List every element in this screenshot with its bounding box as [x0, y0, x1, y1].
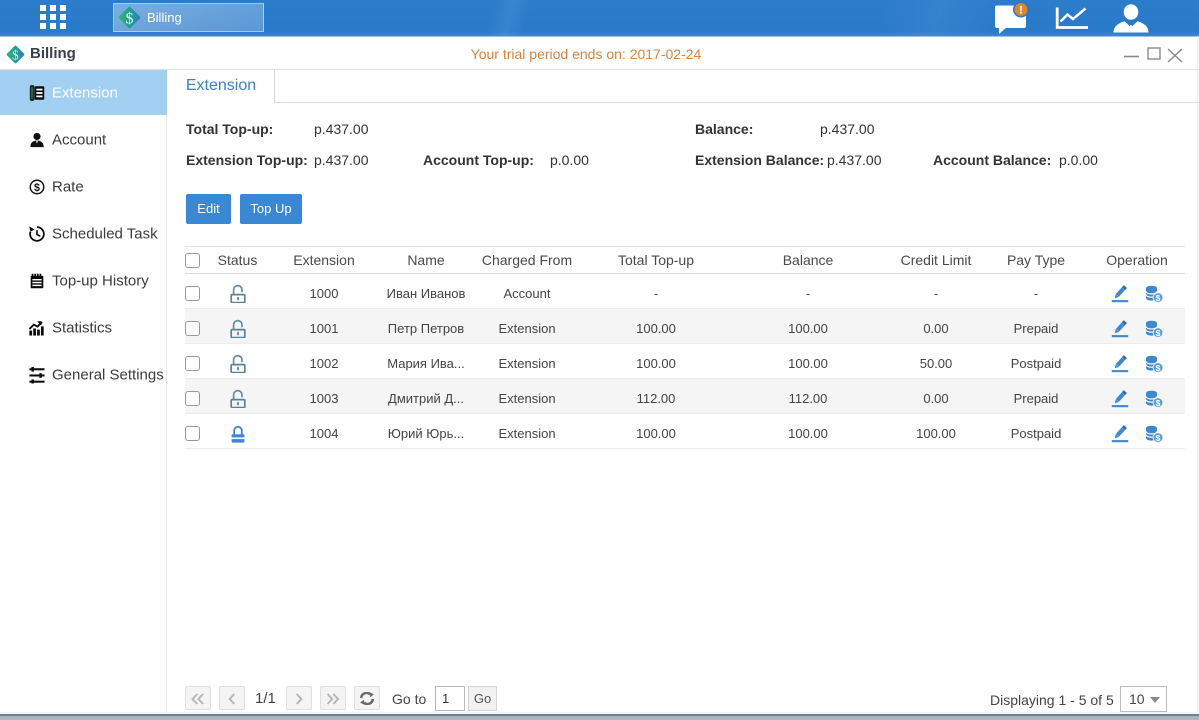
- svg-text:$: $: [1156, 432, 1161, 442]
- svg-text:$: $: [1156, 327, 1161, 337]
- svg-text:$: $: [1156, 292, 1161, 302]
- svg-text:!: !: [1019, 5, 1023, 17]
- svg-text:$: $: [34, 181, 40, 193]
- svg-text:$: $: [1156, 362, 1161, 372]
- svg-text:$: $: [125, 10, 133, 27]
- svg-text:$: $: [1156, 397, 1161, 407]
